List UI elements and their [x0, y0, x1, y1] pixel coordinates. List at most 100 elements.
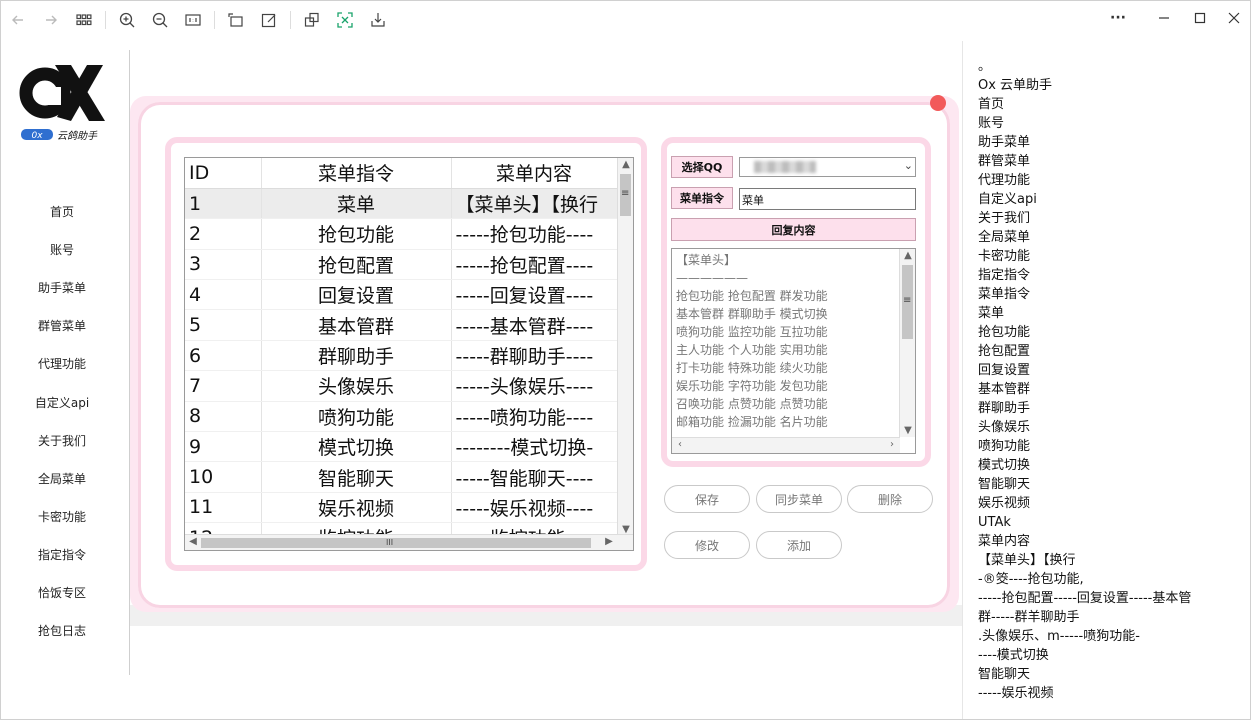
- ocr-line[interactable]: 。: [978, 58, 991, 76]
- actual-size-icon[interactable]: [182, 9, 204, 31]
- modify-button[interactable]: 修改: [664, 531, 750, 559]
- ocr-line[interactable]: 账号: [978, 115, 1004, 133]
- add-button[interactable]: 添加: [756, 531, 842, 559]
- qq-select[interactable]: ⌄: [739, 157, 916, 177]
- minimize-icon[interactable]: [1152, 8, 1176, 28]
- table-row[interactable]: 9 模式切换 --------模式切换-: [185, 431, 618, 463]
- zoom-out-icon[interactable]: [149, 9, 171, 31]
- copy-icon[interactable]: [301, 9, 323, 31]
- chevron-down-icon[interactable]: ⌄: [904, 159, 913, 172]
- ocr-line[interactable]: 关于我们: [978, 210, 1030, 228]
- ocr-line[interactable]: 代理功能: [978, 172, 1030, 190]
- textarea-vertical-scrollbar[interactable]: ▲ ≡ ▼: [899, 249, 915, 437]
- ocr-line[interactable]: 首页: [978, 96, 1004, 114]
- ocr-line[interactable]: -----抢包配置-----回复设置-----基本管: [978, 590, 1191, 608]
- table-vertical-scrollbar[interactable]: ▲ ≡ ▼: [617, 158, 633, 536]
- ocr-line[interactable]: 头像娱乐: [978, 419, 1030, 437]
- table-row[interactable]: 2 抢包功能 -----抢包功能----: [185, 218, 618, 250]
- ocr-line[interactable]: 抢包功能: [978, 324, 1030, 342]
- table-row[interactable]: 11 娱乐视频 -----娱乐视频----: [185, 492, 618, 524]
- scroll-thumb[interactable]: ≡: [620, 174, 631, 216]
- ocr-line[interactable]: 【菜单头】【换行: [978, 552, 1076, 570]
- ocr-line[interactable]: -----娱乐视频: [978, 685, 1053, 703]
- ocr-line[interactable]: .头像娱乐、m-----喷狗功能-: [978, 628, 1140, 646]
- table-row[interactable]: 5 基本管群 -----基本管群----: [185, 309, 618, 341]
- scroll-right-icon[interactable]: ▶: [601, 536, 617, 547]
- sync-menu-button[interactable]: 同步菜单: [756, 485, 842, 513]
- menu-table[interactable]: ID 菜单指令 菜单内容 1 菜单 【菜单头】【换行 2 抢包功能 -----抢包功能-…: [184, 157, 634, 551]
- column-header-content[interactable]: 菜单内容: [451, 158, 618, 189]
- ocr-line[interactable]: ----模式切换: [978, 647, 1049, 665]
- column-header-id[interactable]: ID: [185, 158, 262, 189]
- ocr-line[interactable]: 智能聊天: [978, 476, 1030, 494]
- ocr-line[interactable]: 娱乐视频: [978, 495, 1030, 513]
- ocr-line[interactable]: 卡密功能: [978, 248, 1030, 266]
- scroll-down-icon[interactable]: ▼: [900, 425, 915, 436]
- sidebar-item-card-key[interactable]: 卡密功能: [1, 508, 123, 525]
- table-row[interactable]: 6 群聊助手 -----群聊助手----: [185, 340, 618, 372]
- scroll-right-icon[interactable]: ›: [884, 439, 900, 450]
- sidebar-item-proxy[interactable]: 代理功能: [1, 355, 123, 372]
- textarea-horizontal-scrollbar[interactable]: ‹ ›: [672, 437, 900, 453]
- ocr-line[interactable]: UTAk: [978, 514, 1011, 532]
- close-dot-icon[interactable]: [930, 95, 946, 111]
- column-header-command[interactable]: 菜单指令: [261, 158, 452, 189]
- delete-button[interactable]: 删除: [847, 485, 933, 513]
- ocr-line[interactable]: 菜单内容: [978, 533, 1030, 551]
- edit-icon[interactable]: [258, 9, 280, 31]
- sidebar-item-assistant-menu[interactable]: 助手菜单: [1, 279, 123, 296]
- scroll-left-icon[interactable]: ◀: [185, 536, 201, 547]
- sidebar-item-grab-log[interactable]: 抢包日志: [1, 622, 123, 639]
- table-row[interactable]: 7 头像娱乐 -----头像娱乐----: [185, 370, 618, 402]
- more-options-icon[interactable]: ···: [1106, 8, 1130, 28]
- ocr-line[interactable]: 群聊助手: [978, 400, 1030, 418]
- grid-view-icon[interactable]: [73, 9, 95, 31]
- ocr-line[interactable]: Ox 云单助手: [978, 77, 1052, 95]
- ocr-line[interactable]: 智能聊天: [978, 666, 1030, 684]
- scroll-up-icon[interactable]: ▲: [618, 159, 633, 170]
- scroll-thumb[interactable]: ≡: [902, 265, 913, 339]
- ocr-line[interactable]: 群-----群羊聊助手: [978, 609, 1079, 627]
- ocr-line[interactable]: 菜单: [978, 305, 1004, 323]
- table-horizontal-scrollbar[interactable]: ◀ III ▶: [185, 534, 633, 550]
- ocr-line[interactable]: 基本管群: [978, 381, 1030, 399]
- ocr-line[interactable]: 抢包配置: [978, 343, 1030, 361]
- back-icon[interactable]: [7, 9, 29, 31]
- rotate-icon[interactable]: [225, 9, 247, 31]
- table-row[interactable]: 8 喷狗功能 -----喷狗功能----: [185, 401, 618, 433]
- table-row[interactable]: 10 智能聊天 -----智能聊天----: [185, 461, 618, 493]
- sidebar-item-global-menu[interactable]: 全局菜单: [1, 470, 123, 487]
- reply-content-button[interactable]: 回复内容: [671, 218, 916, 241]
- ocr-line[interactable]: 全局菜单: [978, 229, 1030, 247]
- ocr-line[interactable]: 回复设置: [978, 362, 1030, 380]
- scroll-up-icon[interactable]: ▲: [900, 250, 915, 261]
- scroll-thumb[interactable]: III: [201, 538, 591, 548]
- sidebar-item-promo[interactable]: 恰饭专区: [1, 584, 123, 601]
- sidebar-item-group-menu[interactable]: 群管菜单: [1, 317, 123, 334]
- reply-content-textarea[interactable]: 【菜单头】 —————— 抢包功能 抢包配置 群发功能 基本管群 群聊助手 模式…: [671, 248, 916, 454]
- sidebar-item-account[interactable]: 账号: [1, 241, 123, 258]
- ocr-line[interactable]: -®筊----抢包功能,: [978, 571, 1084, 589]
- ocr-line[interactable]: 助手菜单: [978, 134, 1030, 152]
- table-row[interactable]: 3 抢包配置 -----抢包配置----: [185, 249, 618, 281]
- ocr-line[interactable]: 模式切换: [978, 457, 1030, 475]
- table-row[interactable]: 4 回复设置 -----回复设置----: [185, 279, 618, 311]
- ocr-line[interactable]: 指定指令: [978, 267, 1030, 285]
- scan-icon[interactable]: [334, 9, 356, 31]
- ocr-line[interactable]: 自定义api: [978, 191, 1037, 209]
- menu-cmd-input[interactable]: 菜单: [739, 188, 916, 210]
- scroll-left-icon[interactable]: ‹: [672, 439, 688, 450]
- zoom-in-icon[interactable]: [116, 9, 138, 31]
- forward-icon[interactable]: [40, 9, 62, 31]
- ocr-line[interactable]: 菜单指令: [978, 286, 1030, 304]
- table-row[interactable]: 1 菜单 【菜单头】【换行: [185, 188, 618, 220]
- sidebar-item-about[interactable]: 关于我们: [1, 432, 123, 449]
- save-button[interactable]: 保存: [664, 485, 750, 513]
- ocr-line[interactable]: 喷狗功能: [978, 438, 1030, 456]
- close-window-icon[interactable]: [1222, 8, 1246, 28]
- ocr-line[interactable]: 群管菜单: [978, 153, 1030, 171]
- sidebar-item-specified-cmd[interactable]: 指定指令: [1, 546, 123, 563]
- sidebar-item-custom-api[interactable]: 自定义api: [1, 394, 123, 411]
- save-icon[interactable]: [367, 9, 389, 31]
- sidebar-item-home[interactable]: 首页: [1, 203, 123, 220]
